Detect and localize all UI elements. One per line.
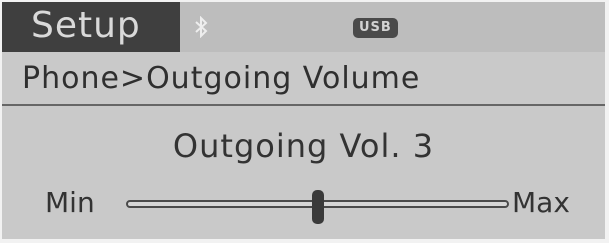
volume-slider-thumb[interactable] — [311, 190, 324, 224]
header-bar: Setup USB — [2, 2, 605, 52]
volume-title: Outgoing Vol. 3 — [172, 127, 435, 165]
breadcrumb: Phone>Outgoing Volume — [22, 61, 421, 96]
setup-tab[interactable]: Setup — [2, 2, 180, 52]
setup-screen: Setup USB Phone>Outgoing Volume Outgoing… — [2, 2, 605, 239]
max-label: Max — [512, 186, 570, 219]
usb-icon: USB — [353, 18, 398, 38]
page-title: Setup — [31, 5, 141, 46]
divider — [2, 104, 605, 106]
bluetooth-icon — [195, 16, 208, 38]
min-label: Min — [45, 186, 95, 219]
